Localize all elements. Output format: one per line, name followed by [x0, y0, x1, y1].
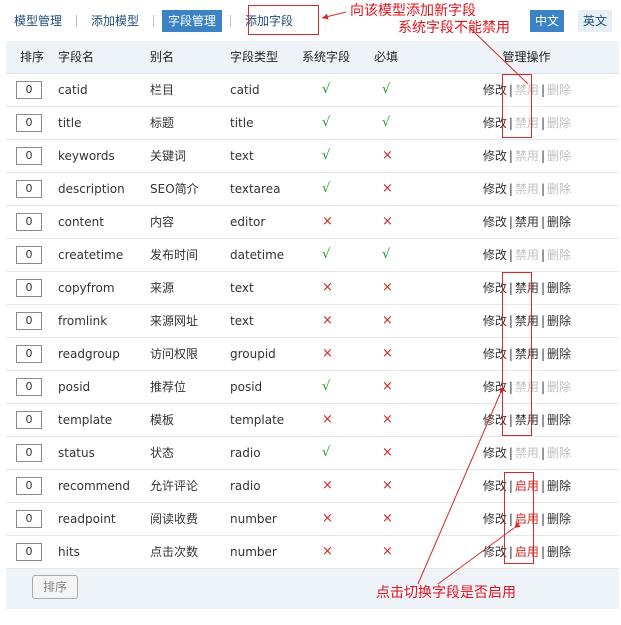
add-field-arrow: [321, 11, 347, 20]
toggle-arrow-1: [417, 387, 506, 585]
annotation-arrows: [321, 11, 529, 585]
system-field-pointer: [469, 27, 529, 85]
toggle-arrow-2: [437, 522, 521, 585]
